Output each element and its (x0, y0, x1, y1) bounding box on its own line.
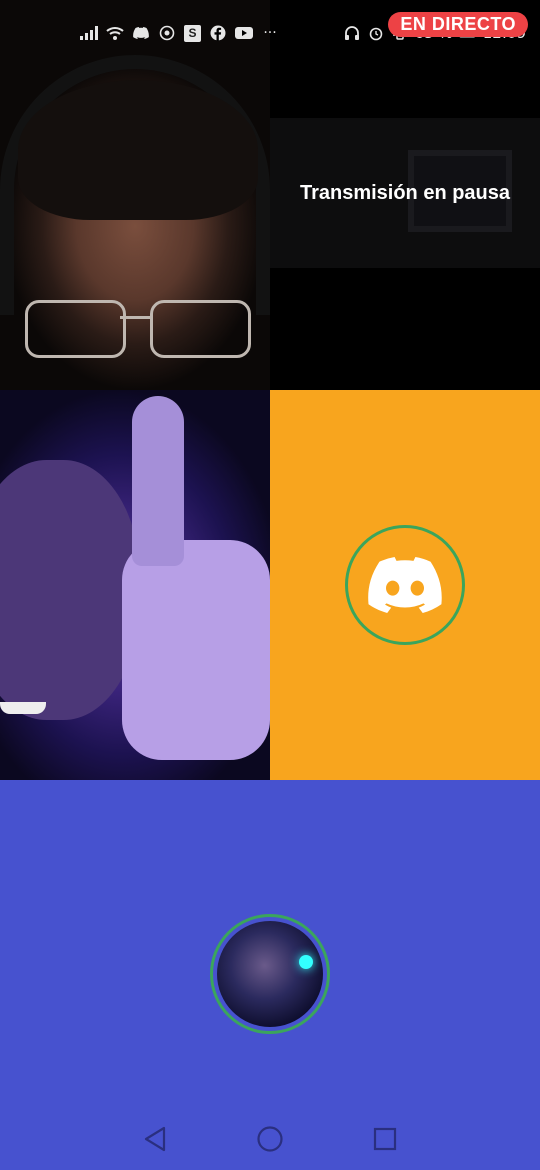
live-badge: EN DIRECTO (388, 12, 528, 37)
speaking-avatar-ring (210, 914, 330, 1034)
discord-notification-icon (132, 24, 150, 42)
signal-icon (80, 24, 98, 42)
youtube-icon (235, 24, 253, 42)
glasses-bridge (120, 316, 150, 319)
whatsapp-icon (158, 24, 176, 42)
back-button[interactable] (140, 1124, 170, 1154)
video-tile-participant-no-video[interactable] (270, 390, 540, 780)
back-icon (144, 1126, 166, 1152)
recents-button[interactable] (370, 1124, 400, 1154)
raised-finger-shape (132, 396, 184, 566)
navigation-bar (0, 1110, 540, 1170)
discord-avatar-ring (345, 525, 465, 645)
video-tile-participant-2[interactable] (0, 390, 270, 780)
face-shape (0, 460, 140, 720)
s-app-icon: S (184, 24, 201, 42)
hand-shape (122, 540, 270, 760)
discord-logo-icon (368, 557, 442, 613)
video-tile-stream-paused[interactable]: Transmisión en pausa (270, 0, 540, 390)
avatar-light-spot (299, 955, 313, 969)
avatar (217, 921, 323, 1027)
recents-icon (373, 1127, 397, 1151)
hair-shape (18, 80, 258, 220)
glasses-right-lens (150, 300, 251, 358)
headphones-icon (343, 24, 361, 42)
video-tile-participant-1[interactable] (0, 0, 270, 390)
glasses-left-lens (25, 300, 126, 358)
status-bar-left: S ··· (80, 24, 279, 42)
home-button[interactable] (255, 1124, 285, 1154)
smile-shape (0, 702, 46, 714)
alarm-icon (367, 24, 385, 42)
wifi-icon (106, 24, 124, 42)
more-notifications-icon: ··· (263, 25, 277, 41)
home-icon (257, 1126, 283, 1152)
facebook-icon (209, 24, 227, 42)
stream-paused-label: Transmisión en pausa (299, 182, 511, 204)
